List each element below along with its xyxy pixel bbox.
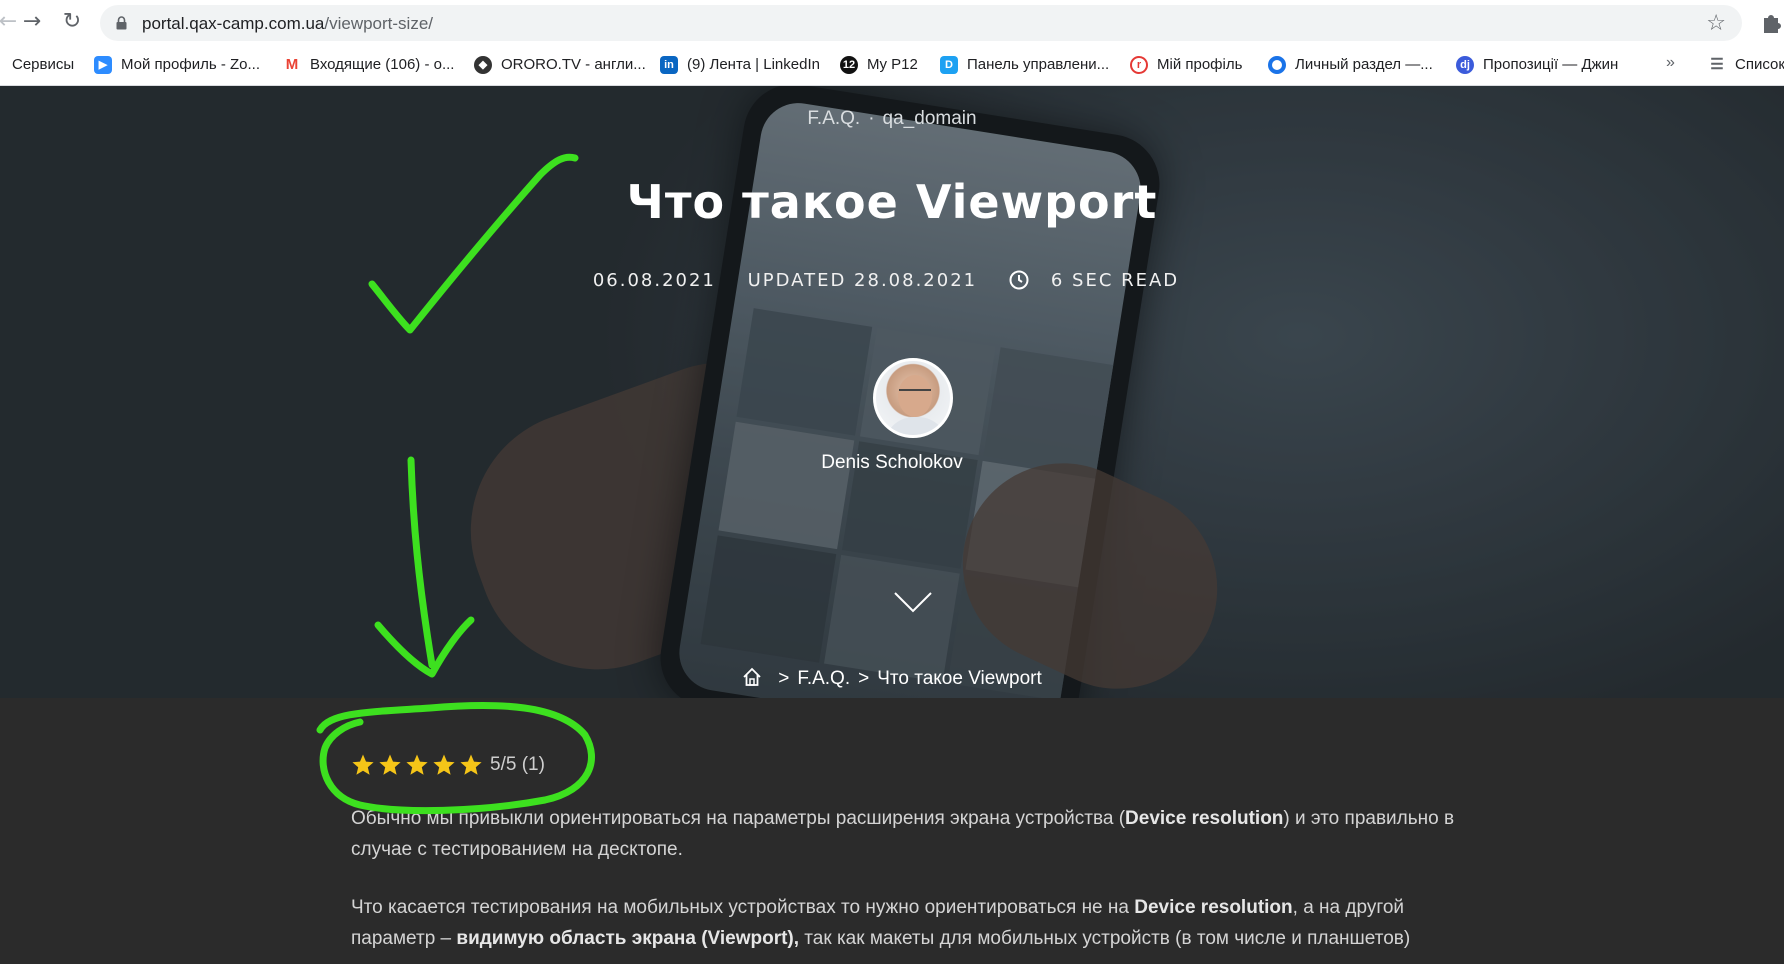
p12-icon: 12 bbox=[840, 56, 858, 74]
rating-value: 5/5 (1) bbox=[490, 754, 545, 775]
star-icon[interactable] bbox=[405, 753, 429, 777]
bookmark-item[interactable]: ▶ Мой профиль - Zo... bbox=[94, 52, 260, 78]
bookmark-star-icon[interactable]: ☆ bbox=[1706, 11, 1726, 36]
author-avatar[interactable] bbox=[873, 358, 953, 438]
bookmarks-bar: Сервисы ▶ Мой профиль - Zo... M Входящие… bbox=[0, 44, 1784, 86]
bookmark-label: Пропозиції — Джин bbox=[1483, 56, 1619, 73]
home-icon[interactable] bbox=[742, 667, 762, 687]
bookmark-item[interactable]: Личный раздел —... bbox=[1268, 52, 1433, 78]
avatar-shirt bbox=[884, 417, 948, 435]
bookmark-item[interactable]: r Мій профіль bbox=[1130, 52, 1242, 78]
breadcrumb-separator: > bbox=[858, 668, 870, 689]
breadcrumb: > F.A.Q. > Что такое Viewport bbox=[0, 667, 1784, 690]
author-name[interactable]: Denis Scholokov bbox=[0, 452, 1784, 474]
paragraph-bold: Device resolution bbox=[1125, 808, 1284, 829]
scroll-down-chevron-icon[interactable] bbox=[893, 590, 933, 614]
panel-icon: D bbox=[940, 56, 958, 74]
paragraph-text: так как макеты для мобильных устройств (… bbox=[799, 928, 1411, 949]
bookmark-label: ORORO.TV - англи... bbox=[501, 56, 646, 73]
breadcrumb-current: Что такое Viewport bbox=[877, 668, 1042, 689]
bookmark-label: My P12 bbox=[867, 56, 918, 73]
hero-meta: F.A.Q. · qa_domain bbox=[0, 108, 1784, 130]
article-body: 5/5 (1) Обычно мы привыкли ориентировать… bbox=[0, 698, 1784, 964]
clock-icon bbox=[1009, 270, 1029, 290]
bookmark-item[interactable]: ◆ ORORO.TV - англи... bbox=[474, 52, 646, 78]
bookmark-label: Мой профиль - Zo... bbox=[121, 56, 260, 73]
star-icon[interactable] bbox=[351, 753, 375, 777]
bookmark-label: Личный раздел —... bbox=[1295, 56, 1433, 73]
url-text[interactable]: portal.qax-camp.com.ua/viewport-size/ bbox=[142, 14, 433, 34]
publish-date: 06.08.2021 bbox=[592, 270, 716, 291]
bookmark-item[interactable]: in (9) Лента | LinkedIn bbox=[660, 52, 820, 78]
category-link[interactable]: F.A.Q. bbox=[807, 108, 860, 129]
star-icon[interactable] bbox=[459, 753, 483, 777]
lock-icon bbox=[116, 16, 127, 30]
star-icon[interactable] bbox=[432, 753, 456, 777]
article-paragraph: Что касается тестирования на мобильных у… bbox=[351, 892, 1491, 954]
bookmark-label: Панель управлени... bbox=[967, 56, 1110, 73]
paragraph-bold: Device resolution bbox=[1134, 897, 1293, 918]
url-domain: portal.qax-camp.com.ua bbox=[142, 14, 325, 33]
bookmark-item[interactable]: 12 My P12 bbox=[840, 52, 918, 78]
tag-link[interactable]: qa_domain bbox=[883, 108, 977, 129]
breadcrumb-separator: > bbox=[778, 668, 790, 689]
updated-date: UPDATED 28.08.2021 bbox=[747, 270, 978, 291]
bookmark-label: Список bbox=[1735, 56, 1784, 73]
bookmark-label: Сервисы bbox=[12, 56, 75, 73]
gmail-icon: M bbox=[283, 56, 301, 74]
meta-dot: · bbox=[868, 108, 875, 129]
article-paragraph: Обычно мы привыкли ориентироваться на па… bbox=[351, 803, 1491, 865]
forward-arrow-icon[interactable]: → bbox=[18, 8, 46, 36]
bookmark-item[interactable]: D Панель управлени... bbox=[940, 52, 1109, 78]
ororo-icon: ◆ bbox=[474, 56, 492, 74]
linkedin-icon: in bbox=[660, 56, 678, 74]
reload-icon[interactable]: ↻ bbox=[58, 8, 86, 36]
bookmark-label: Мій профіль bbox=[1157, 56, 1243, 73]
star-icon[interactable] bbox=[378, 753, 402, 777]
zoom-icon: ▶ bbox=[94, 56, 112, 74]
avatar-glasses bbox=[899, 389, 931, 397]
djinni-icon: dj bbox=[1456, 56, 1474, 74]
read-time-text: 6 SEC READ bbox=[1050, 270, 1180, 291]
paragraph-bold: видимую область экрана (Viewport), bbox=[456, 928, 800, 949]
reading-list-icon: ☰ bbox=[1708, 56, 1726, 74]
read-time: 6 SEC READ bbox=[1009, 270, 1191, 291]
bookmark-label: (9) Лента | LinkedIn bbox=[687, 56, 820, 73]
url-path: /viewport-size/ bbox=[324, 14, 434, 33]
section-icon bbox=[1268, 56, 1286, 74]
address-bar[interactable]: portal.qax-camp.com.ua/viewport-size/ ☆ bbox=[100, 5, 1742, 41]
paragraph-text: Обычно мы привыкли ориентироваться на па… bbox=[351, 808, 1126, 829]
profile-icon: r bbox=[1130, 56, 1148, 74]
extensions-puzzle-icon[interactable] bbox=[1760, 10, 1782, 34]
bookmark-label: Входящие (106) - о... bbox=[310, 56, 455, 73]
browser-toolbar: ← → ↻ portal.qax-camp.com.ua/viewport-si… bbox=[0, 0, 1784, 44]
post-dates: 06.08.2021 UPDATED 28.08.2021 6 SEC READ bbox=[0, 270, 1784, 291]
bookmark-item[interactable]: M Входящие (106) - о... bbox=[283, 52, 454, 78]
bookmark-item[interactable]: dj Пропозиції — Джин bbox=[1456, 52, 1618, 78]
star-rating[interactable]: 5/5 (1) bbox=[351, 753, 545, 777]
bookmarks-overflow-chevron[interactable]: » bbox=[1666, 54, 1675, 72]
page-title: Что такое Viewport bbox=[626, 175, 1158, 229]
paragraph-text: Что касается тестирования на мобильных у… bbox=[351, 897, 1135, 918]
bookmark-item[interactable]: ☰ Список bbox=[1708, 52, 1784, 78]
bookmark-item[interactable]: Сервисы bbox=[0, 52, 74, 78]
breadcrumb-section[interactable]: F.A.Q. bbox=[797, 668, 850, 689]
